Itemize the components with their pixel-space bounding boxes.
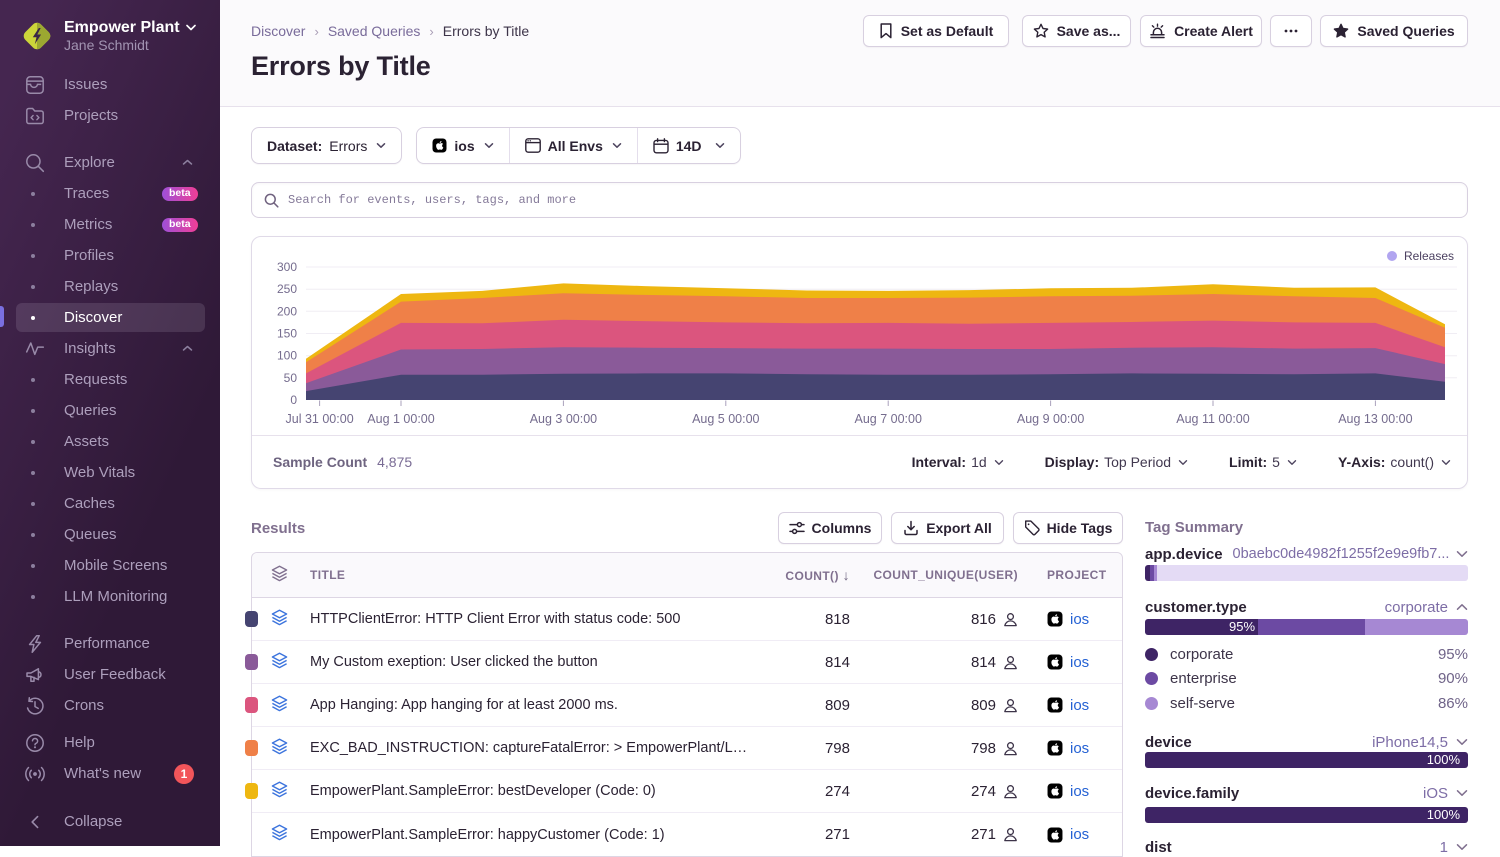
svg-text:Aug 1 00:00: Aug 1 00:00	[367, 412, 434, 426]
svg-text:Aug 9 00:00: Aug 9 00:00	[1017, 412, 1084, 426]
svg-text:200: 200	[277, 304, 297, 318]
svg-text:300: 300	[277, 260, 297, 274]
svg-text:250: 250	[277, 282, 297, 296]
svg-text:Aug 7 00:00: Aug 7 00:00	[854, 412, 921, 426]
svg-text:Jul 31 00:00: Jul 31 00:00	[286, 412, 354, 426]
svg-text:Aug 13 00:00: Aug 13 00:00	[1338, 412, 1412, 426]
svg-text:Aug 5 00:00: Aug 5 00:00	[692, 412, 759, 426]
svg-text:150: 150	[277, 327, 297, 341]
svg-text:0: 0	[290, 393, 297, 407]
svg-text:Aug 11 00:00: Aug 11 00:00	[1176, 412, 1249, 426]
svg-text:Aug 3 00:00: Aug 3 00:00	[530, 412, 597, 426]
svg-text:100: 100	[277, 349, 297, 363]
svg-text:50: 50	[284, 371, 298, 385]
